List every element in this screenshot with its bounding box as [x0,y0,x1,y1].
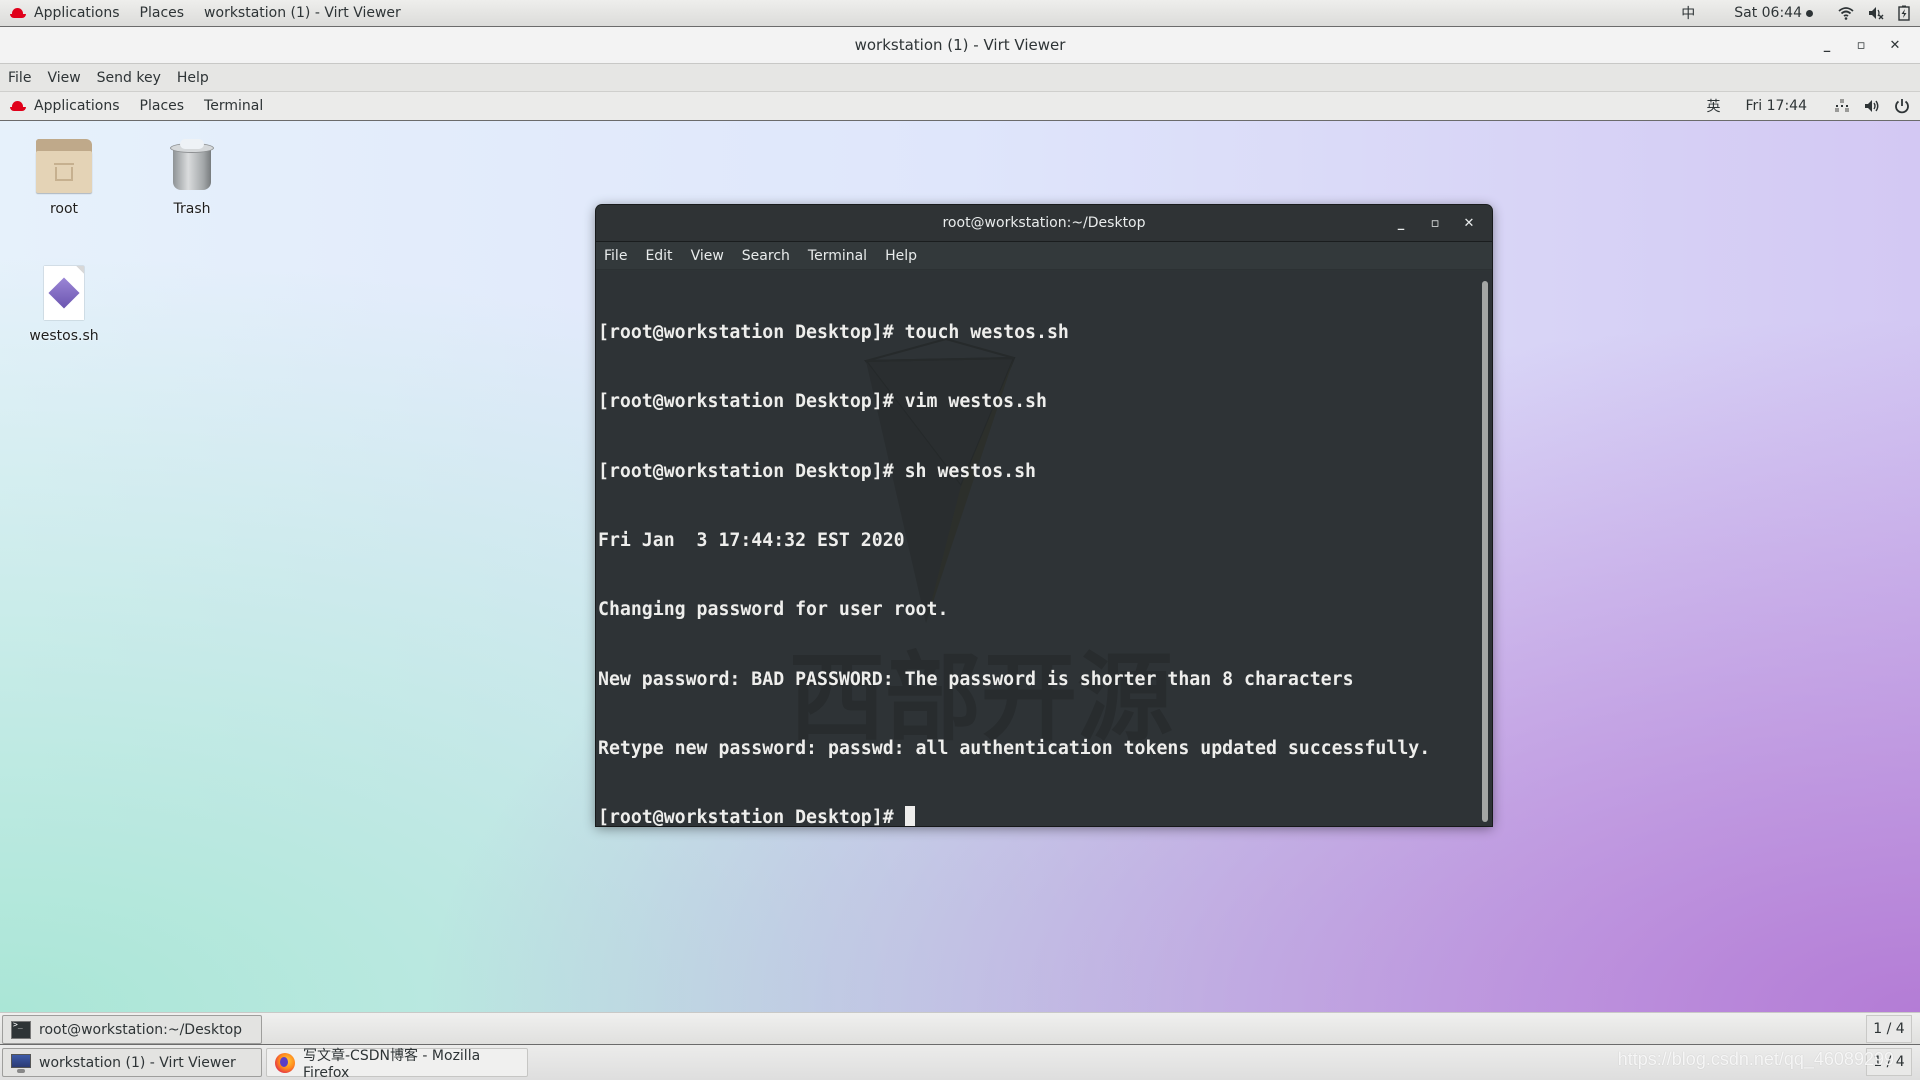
vv-menu-view[interactable]: View [39,70,88,86]
network-wired-icon [1835,99,1849,112]
desktop[interactable]: root Trash westos.sh root@workstation:~/… [0,121,1920,1012]
host-clock[interactable]: Sat 06:44 [1704,0,1829,26]
wifi-icon [1838,7,1854,20]
volume-icon [1865,100,1879,112]
desktop-icon-label: westos.sh [29,328,99,344]
terminal-menubar: File Edit View Search Terminal Help [596,242,1492,270]
script-file-icon [44,266,84,320]
terminal-menu-file[interactable]: File [596,248,636,264]
host-window-list: workstation (1) - Virt Viewer 写文章-CSDN博客… [0,1045,1920,1080]
host-top-bar: Applications Places workstation (1) - Vi… [0,0,1920,27]
host-system-menu[interactable] [1829,0,1920,26]
guest-workspace-pager[interactable]: 1 / 4 [1866,1015,1912,1043]
desktop-icon-label: Trash [173,201,211,217]
virt-viewer-maximize-button[interactable]: ▫ [1844,38,1878,53]
notification-dot-icon [1806,9,1813,17]
terminal-line: Changing password for user root. [598,599,949,621]
terminal-titlebar[interactable]: root@workstation:~/Desktop _ ▫ ✕ [596,205,1492,242]
terminal-scrollbar[interactable] [1482,281,1488,822]
guest-system-menu[interactable] [1825,92,1914,120]
host-task-virt-viewer[interactable]: workstation (1) - Virt Viewer [2,1048,262,1077]
virt-viewer-menubar: File View Send key Help [0,64,1920,92]
redhat-logo-icon [10,8,26,18]
guest-window-list: root@workstation:~/Desktop 1 / 4 [0,1012,1920,1045]
terminal-menu-help[interactable]: Help [876,248,926,264]
host-task-firefox[interactable]: 写文章-CSDN博客 - Mozilla Firefox [266,1047,528,1080]
csdn-watermark: https://blog.csdn.net/qq_46089299 [1617,1049,1894,1069]
terminal-maximize-button[interactable]: ▫ [1418,216,1452,231]
host-places-menu[interactable]: Places [130,0,195,26]
terminal-line: Retype new password: passwd: all authent… [598,737,1431,759]
terminal-menu-edit[interactable]: Edit [636,248,681,264]
terminal-minimize-button[interactable]: _ [1384,216,1418,231]
guest-places-menu[interactable]: Places [130,92,195,120]
host-window-menu[interactable]: workstation (1) - Virt Viewer [194,0,411,26]
redhat-logo-icon [10,101,26,111]
terminal-prompt-line[interactable]: [root@workstation Desktop]# [598,806,1430,826]
task-label: workstation (1) - Virt Viewer [39,1054,236,1071]
terminal-menu-view[interactable]: View [682,248,733,264]
desktop-icon-trash[interactable]: Trash [137,139,247,217]
terminal-line: [root@workstation Desktop]# sh westos.sh [598,460,1036,482]
virt-viewer-minimize-button[interactable]: _ [1810,38,1844,53]
terminal-cursor [904,806,915,826]
power-icon [1895,99,1909,114]
host-applications-label: Applications [34,5,120,21]
vv-menu-send-key[interactable]: Send key [89,70,169,86]
guest-input-method[interactable]: 英 [1698,92,1730,120]
terminal-menu-search[interactable]: Search [733,248,799,264]
desktop-icon-label: root [49,201,79,217]
host-input-method[interactable]: 中 [1672,0,1704,26]
volume-muted-icon [1869,7,1884,20]
guest-applications-label: Applications [34,98,120,114]
terminal-title: root@workstation:~/Desktop [942,215,1146,231]
desktop-icon-root[interactable]: root [9,139,119,217]
guest-app-menu[interactable]: Terminal [194,92,273,120]
terminal-line: [root@workstation Desktop]# touch westos… [598,322,1069,344]
guest-task-terminal[interactable]: root@workstation:~/Desktop [2,1015,262,1044]
host-clock-label: Sat 06:44 [1734,5,1802,21]
terminal-line: Fri Jan 3 17:44:32 EST 2020 [598,530,905,552]
battery-charging-icon [1898,5,1910,21]
terminal-window[interactable]: root@workstation:~/Desktop _ ▫ ✕ File Ed… [596,205,1492,826]
virt-viewer-titlebar[interactable]: workstation (1) - Virt Viewer _ ▫ ✕ [0,27,1920,64]
terminal-prompt: [root@workstation Desktop]# [598,807,905,826]
guest-top-bar: Applications Places Terminal 英 Fri 17:44 [0,92,1920,121]
terminal-line: [root@workstation Desktop]# vim westos.s… [598,391,1047,413]
terminal-line: New password: BAD PASSWORD: The password… [598,668,1354,690]
home-folder-icon [36,139,92,193]
host-applications-menu[interactable]: Applications [0,0,130,26]
terminal-output[interactable]: 西部开源 [root@workstation Desktop]# touch w… [596,271,1492,826]
task-label: 写文章-CSDN博客 - Mozilla Firefox [303,1047,481,1080]
guest-clock[interactable]: Fri 17:44 [1730,92,1825,120]
virt-viewer-title: workstation (1) - Virt Viewer [854,36,1066,54]
vv-menu-file[interactable]: File [0,70,39,86]
virt-viewer-close-button[interactable]: ✕ [1878,38,1912,53]
trash-icon [170,139,214,193]
monitor-icon [11,1053,31,1073]
terminal-close-button[interactable]: ✕ [1452,216,1486,231]
vv-menu-help[interactable]: Help [169,70,217,86]
terminal-icon [11,1020,31,1039]
terminal-menu-terminal[interactable]: Terminal [799,248,876,264]
guest-applications-menu[interactable]: Applications [0,92,130,120]
terminal-text: [root@workstation Desktop]# touch westos… [598,275,1430,826]
desktop-icon-westos-sh[interactable]: westos.sh [9,266,119,344]
firefox-icon [275,1052,295,1073]
task-label: root@workstation:~/Desktop [39,1021,243,1038]
